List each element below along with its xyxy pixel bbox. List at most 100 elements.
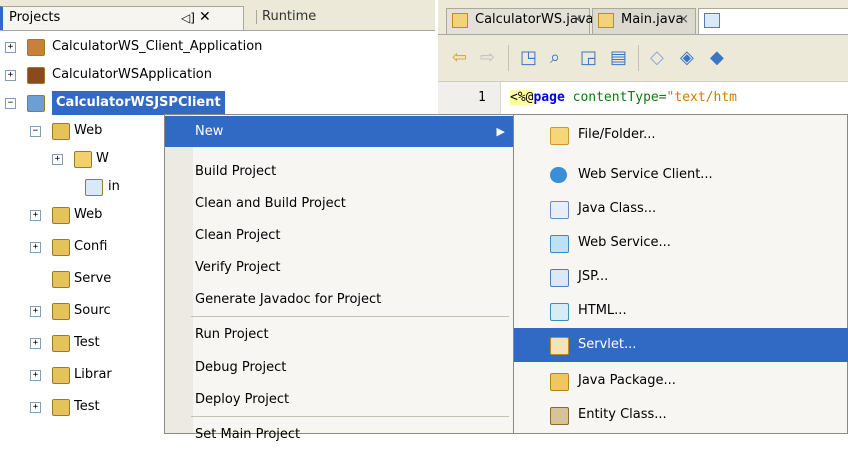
tab-runtime-label: Runtime <box>262 9 317 24</box>
tree-node-label: Test <box>74 399 100 414</box>
menu-item-debug-project[interactable]: Debug Project <box>165 352 513 383</box>
tree-node-label: in <box>108 179 120 194</box>
back-icon[interactable]: ⇦ <box>452 47 467 68</box>
menu-item-generate-javadoc[interactable]: Generate Javadoc for Project <box>165 284 513 315</box>
menu-item-label: Generate Javadoc for Project <box>195 292 382 307</box>
tree-node-label: Serve <box>74 271 112 286</box>
tab-projects[interactable]: Projects ◁] ✕ <box>0 6 244 30</box>
projects-tab-strip: Projects ◁] ✕ Runtime <box>0 0 435 31</box>
tree-node-label: Confi <box>74 239 108 254</box>
expand-node-icon[interactable]: + <box>5 42 16 53</box>
menu-item-set-main-project[interactable]: Set Main Project <box>165 419 513 450</box>
menu-item-label: Build Project <box>195 164 277 179</box>
menu-separator <box>191 316 509 317</box>
previous-bookmark-icon[interactable]: ◇ <box>650 47 664 68</box>
submenu-item-label: JSP... <box>578 269 609 284</box>
tree-row[interactable]: + CalculatorWSApplication <box>0 59 438 90</box>
submenu-item-servlet[interactable]: Servlet... <box>514 328 848 362</box>
find-selection-icon[interactable]: ⌕ <box>550 47 560 68</box>
close-tab-icon[interactable]: × <box>572 9 583 31</box>
code-line[interactable]: <%@page contentType="text/htm <box>510 90 737 105</box>
find-previous-icon[interactable]: ◳ <box>520 47 537 68</box>
expand-node-icon[interactable]: + <box>52 154 63 165</box>
menu-item-label: Set Main Project <box>195 427 301 442</box>
expand-node-icon[interactable]: + <box>30 402 41 413</box>
forward-icon[interactable]: ⇨ <box>480 47 495 68</box>
menu-item-label: Clean and Build Project <box>195 196 346 211</box>
coffee-cup-icon <box>27 39 45 56</box>
submenu-item-file-folder[interactable]: File/Folder... <box>514 118 848 152</box>
menu-item-clean-and-build-project[interactable]: Clean and Build Project <box>165 188 513 219</box>
entity-class-icon <box>550 407 569 425</box>
context-menu: New ▶ Build Project Clean and Build Proj… <box>164 114 514 442</box>
minimize-window-icon[interactable]: ◁] <box>181 7 195 29</box>
code-string: "text/htm <box>666 90 737 105</box>
tree-node-label: CalculatorWSJSPClient <box>52 91 225 115</box>
collapse-node-icon[interactable]: − <box>5 98 16 109</box>
menu-item-verify-project[interactable]: Verify Project <box>165 252 513 283</box>
test-libraries-icon <box>52 399 70 416</box>
tree-row[interactable]: + CalculatorWS_Client_Application <box>0 31 438 62</box>
tree-node-label: Web <box>74 207 103 222</box>
file-folder-icon <box>550 127 569 145</box>
submenu-item-jsp[interactable]: JSP... <box>514 260 848 294</box>
menu-item-label: Run Project <box>195 327 269 342</box>
menu-item-run-project[interactable]: Run Project <box>165 319 513 350</box>
web-services-icon <box>52 207 70 224</box>
expand-node-icon[interactable]: + <box>30 242 41 253</box>
submenu-item-label: Entity Class... <box>578 407 667 422</box>
submenu-arrow-icon: ▶ <box>496 125 505 138</box>
server-folder-icon <box>52 271 70 288</box>
find-next-icon[interactable]: ◲ <box>580 47 597 68</box>
collapse-node-icon[interactable]: − <box>30 126 41 137</box>
submenu-item-java-package[interactable]: Java Package... <box>514 364 848 398</box>
expand-node-icon[interactable]: + <box>30 210 41 221</box>
close-tab-icon[interactable]: × <box>678 9 689 31</box>
menu-item-label: Debug Project <box>195 360 287 375</box>
submenu-item-web-service[interactable]: Web Service... <box>514 226 848 260</box>
toggle-highlight-icon[interactable]: ▤ <box>610 47 627 68</box>
expand-node-icon[interactable]: + <box>30 338 41 349</box>
tab-main-java[interactable]: Main.java × <box>592 8 696 34</box>
tree-node-label: Web <box>74 123 103 138</box>
submenu-item-web-service-client[interactable]: Web Service Client... <box>514 158 848 192</box>
expand-node-icon[interactable]: + <box>30 306 41 317</box>
menu-item-clean-project[interactable]: Clean Project <box>165 220 513 251</box>
next-bookmark-icon[interactable]: ◈ <box>680 47 694 68</box>
new-submenu: File/Folder... Web Service Client... Jav… <box>513 114 848 434</box>
code-attribute: contentType= <box>564 90 667 105</box>
java-class-icon <box>550 201 569 219</box>
test-folder-icon <box>52 335 70 352</box>
submenu-item-label: Servlet... <box>578 337 637 352</box>
source-folder-icon <box>52 303 70 320</box>
web-service-client-icon <box>550 167 567 183</box>
tab-calculatorws-java[interactable]: CalculatorWS.java × <box>446 8 594 34</box>
tab-runtime[interactable]: Runtime <box>256 6 376 30</box>
jsp-icon <box>550 269 569 287</box>
submenu-item-label: File/Folder... <box>578 127 656 142</box>
menu-item-new[interactable]: New ▶ <box>165 116 513 147</box>
java-package-icon <box>550 373 569 391</box>
web-service-icon <box>550 235 569 253</box>
submenu-item-label: Java Class... <box>578 201 657 216</box>
folder-icon <box>74 151 92 168</box>
expand-node-icon[interactable]: + <box>30 370 41 381</box>
submenu-item-html[interactable]: HTML... <box>514 294 848 328</box>
jsp-file-icon <box>704 13 720 28</box>
submenu-item-label: Web Service Client... <box>578 167 713 182</box>
editor-tab-strip: CalculatorWS.java × Main.java × <box>438 0 848 35</box>
submenu-item-java-class[interactable]: Java Class... <box>514 192 848 226</box>
toggle-bookmark-icon[interactable]: ◆ <box>710 47 724 68</box>
tab-projects-label: Projects <box>9 10 61 25</box>
tab-jsp-active[interactable] <box>698 8 848 34</box>
submenu-item-entity-class[interactable]: Entity Class... <box>514 398 848 432</box>
tree-node-label: Librar <box>74 367 112 382</box>
expand-node-icon[interactable]: + <box>5 70 16 81</box>
close-icon[interactable]: ✕ <box>199 6 211 28</box>
menu-item-deploy-project[interactable]: Deploy Project <box>165 384 513 415</box>
menu-item-build-project[interactable]: Build Project <box>165 156 513 187</box>
line-number: 1 <box>478 90 486 105</box>
jsp-directive-open: <%@ <box>510 90 534 105</box>
tree-node-label: Sourc <box>74 303 111 318</box>
menu-item-label: New <box>195 124 224 139</box>
